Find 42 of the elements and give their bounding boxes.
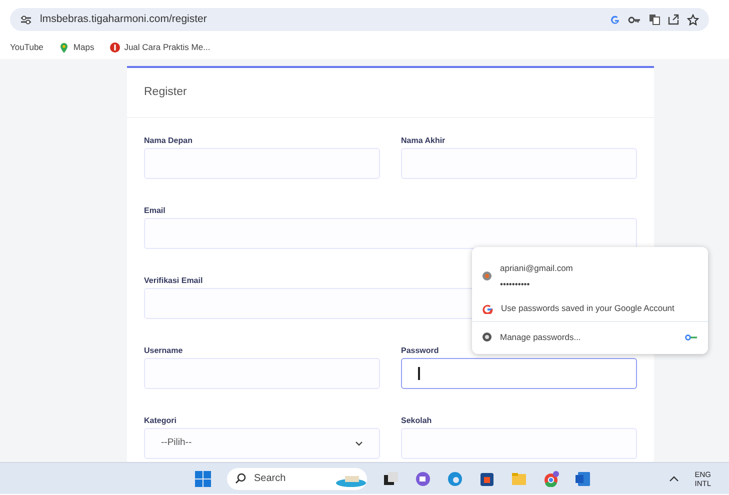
account-email: apriani@gmail.com — [500, 262, 573, 274]
bookmark-link[interactable]: Maps — [59, 40, 94, 54]
taskbar-search-field[interactable]: Search — [227, 468, 367, 490]
card-title: Register — [144, 84, 187, 100]
chevron-up-icon[interactable] — [668, 476, 679, 482]
bookmark-link[interactable]: Jual Cara Praktis Me... — [110, 40, 210, 54]
site-logo-icon — [110, 42, 120, 52]
share-icon[interactable] — [668, 14, 679, 25]
key-icon — [685, 334, 698, 340]
account-avatar-icon — [482, 271, 492, 281]
map-pin-icon — [59, 42, 70, 52]
bookmark-link[interactable]: YouTube — [10, 40, 44, 54]
translate-icon[interactable] — [649, 14, 660, 25]
chevron-down-icon — [355, 441, 363, 446]
select-field[interactable]: --Pilih-- — [144, 428, 380, 459]
masked-password: •••••••••• — [500, 278, 531, 290]
field-label: Sekolah — [401, 416, 432, 425]
windows-start-icon[interactable] — [195, 470, 211, 486]
input-field[interactable] — [401, 358, 637, 389]
field-label: Username — [144, 346, 183, 355]
field-label: Email — [144, 206, 166, 215]
taskview-icon[interactable] — [383, 470, 399, 486]
field-label: Verifikasi Email — [144, 276, 203, 285]
word-icon[interactable] — [575, 470, 591, 486]
manage-passwords-item[interactable]: Manage passwords... — [472, 322, 708, 352]
text-cursor — [418, 367, 420, 380]
field-label: Kategori — [144, 416, 176, 425]
chat-icon[interactable] — [415, 470, 431, 486]
store-icon[interactable] — [479, 470, 495, 486]
key-icon[interactable] — [628, 14, 641, 24]
field-label: Nama Depan — [144, 136, 192, 145]
field-label: Nama Akhir — [401, 136, 446, 145]
address-bar[interactable]: lmsbebras.tigaharmoni.com/register — [10, 8, 709, 31]
google-account-option[interactable]: Use passwords saved in your Google Account — [472, 295, 708, 322]
google-g-icon — [482, 302, 493, 314]
star-icon[interactable] — [687, 14, 699, 26]
site-settings-icon[interactable] — [20, 14, 32, 24]
url-text: lmsbebras.tigaharmoni.com/register — [40, 12, 208, 27]
saved-account-item[interactable]: apriani@gmail.com •••••••••• — [472, 247, 708, 295]
search-icon — [235, 473, 246, 484]
google-g-icon[interactable] — [610, 14, 620, 24]
field-label: Password — [401, 346, 439, 355]
